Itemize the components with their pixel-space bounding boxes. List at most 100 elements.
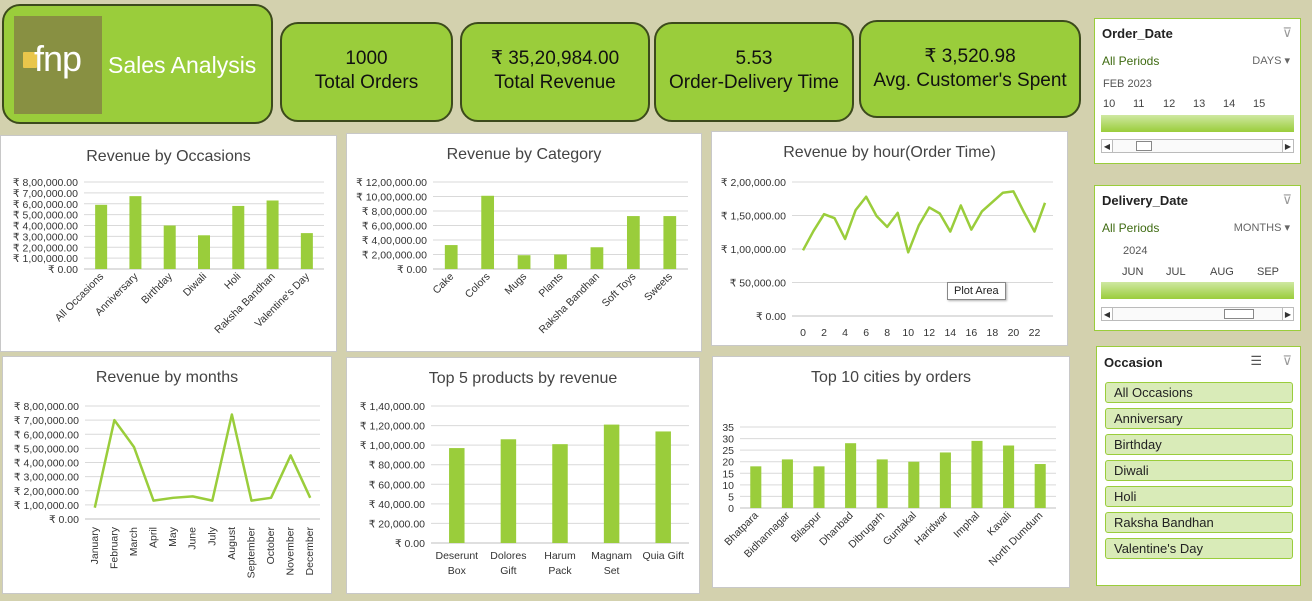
y-tick-label: 5 xyxy=(728,491,734,503)
timeline-tick: AUG xyxy=(1210,266,1234,278)
multi-select-icon[interactable]: ☰ xyxy=(1250,353,1262,369)
y-tick-label: ₹ 1,40,000.00 xyxy=(360,401,425,413)
y-tick-label: ₹ 3,00,000.00 xyxy=(13,231,78,243)
x-tick-label: 22 xyxy=(1029,327,1041,339)
y-tick-label: ₹ 0.00 xyxy=(395,538,425,550)
x-tick-label: Mugs xyxy=(503,271,530,298)
x-tick-label: Guntakal xyxy=(881,510,919,548)
bar xyxy=(129,196,142,269)
series-line xyxy=(93,413,312,508)
x-tick-label: Holi xyxy=(222,271,243,292)
x-tick-label: Sweets xyxy=(642,271,675,304)
y-tick-label: ₹ 1,50,000.00 xyxy=(721,211,786,223)
kpi-value: 5.53 xyxy=(735,48,773,69)
y-tick-label: ₹ 2,00,000.00 xyxy=(14,486,79,498)
scroll-thumb[interactable] xyxy=(1224,309,1254,319)
bar xyxy=(750,466,762,508)
occasion-item[interactable]: Valentine's Day xyxy=(1105,538,1293,559)
x-tick-label: 6 xyxy=(863,327,869,339)
delivery-date-timeline[interactable]: Delivery_Date ⊽ All Periods MONTHS ▾ 202… xyxy=(1094,185,1301,331)
occasion-slicer[interactable]: Occasion ☰ ⊽ All Occasions Anniversary B… xyxy=(1096,346,1301,586)
y-tick-label: ₹ 20,000.00 xyxy=(369,518,425,530)
y-tick-label: ₹ 2,00,000.00 xyxy=(362,250,427,262)
x-tick-label: Pack xyxy=(548,565,572,577)
scroll-left-icon[interactable]: ◀ xyxy=(1101,139,1113,153)
bar xyxy=(603,424,620,543)
bar xyxy=(781,459,793,508)
occasion-item[interactable]: Raksha Bandhan xyxy=(1105,512,1293,533)
x-tick-label: Quia Gift xyxy=(642,550,684,562)
timeline-selection-bar[interactable] xyxy=(1101,115,1294,132)
x-tick-label: March xyxy=(128,527,140,556)
all-periods-label[interactable]: All Periods xyxy=(1102,54,1159,68)
timeline-selection-bar[interactable] xyxy=(1101,282,1294,299)
y-tick-label: 10 xyxy=(722,480,734,492)
x-tick-label: Colors xyxy=(463,271,493,301)
y-tick-label: 0 xyxy=(728,503,734,515)
chart-top-products[interactable]: Top 5 products by revenue ₹ 0.00 ₹ 20,000… xyxy=(346,357,700,594)
chart-top-cities[interactable]: Top 10 cities by orders 0 5 10 15 20 25 30 35 Bh… xyxy=(712,356,1070,588)
all-periods-label[interactable]: All Periods xyxy=(1102,221,1159,235)
timeline-scrollbar[interactable]: ◀ ▶ xyxy=(1101,307,1294,321)
chart-revenue-by-occasions[interactable]: Revenue by Occasions ₹ 0.00 ₹ 1,00,000.00… xyxy=(0,135,337,352)
x-tick-label: Birthday xyxy=(139,270,175,306)
fnp-logo: fnp xyxy=(14,16,102,114)
kpi-order-delivery-time: 5.53 Order-Delivery Time xyxy=(654,22,854,122)
scroll-thumb[interactable] xyxy=(1136,141,1152,151)
bar xyxy=(845,443,857,508)
y-tick-label: 30 xyxy=(722,434,734,446)
scroll-left-icon[interactable]: ◀ xyxy=(1101,307,1113,321)
chart-revenue-by-months[interactable]: Revenue by months ₹ 0.00 ₹ 1,00,000.00 ₹ 2… xyxy=(2,356,332,594)
occasion-item[interactable]: Holi xyxy=(1105,486,1293,507)
x-tick-label: January xyxy=(89,526,101,564)
x-tick-label: Plants xyxy=(536,271,565,300)
clear-filter-icon[interactable]: ⊽ xyxy=(1282,353,1292,369)
timeline-tick: JUN xyxy=(1122,266,1144,278)
x-tick-label: June xyxy=(187,527,199,550)
x-tick-label: Harum xyxy=(544,550,576,562)
x-tick-label: Soft Toys xyxy=(600,271,639,310)
y-tick-label: ₹ 12,00,000.00 xyxy=(356,177,427,189)
bar xyxy=(908,461,920,508)
y-tick-label: ₹ 40,000.00 xyxy=(369,499,425,511)
y-tick-label: ₹ 50,000.00 xyxy=(730,278,786,290)
y-tick-label: ₹ 6,00,000.00 xyxy=(362,221,427,233)
x-tick-label: Raksha Bandhan xyxy=(212,271,278,337)
y-tick-label: ₹ 10,00,000.00 xyxy=(356,192,427,204)
slicer-title: Delivery_Date xyxy=(1102,193,1188,208)
bar xyxy=(590,247,604,269)
timeline-scrollbar[interactable]: ◀ ▶ xyxy=(1101,139,1294,153)
scroll-right-icon[interactable]: ▶ xyxy=(1282,307,1294,321)
bar xyxy=(444,245,458,269)
x-tick-label: 16 xyxy=(966,327,978,339)
scroll-right-icon[interactable]: ▶ xyxy=(1282,139,1294,153)
x-tick-label: 20 xyxy=(1008,327,1020,339)
time-level-value: MONTHS xyxy=(1233,222,1282,234)
chart-revenue-by-hour[interactable]: Revenue by hour(Order Time) ₹ 0.00 ₹ 50,0… xyxy=(711,131,1068,346)
x-tick-label: Box xyxy=(448,565,467,577)
bar xyxy=(198,235,210,269)
bar xyxy=(813,466,825,508)
chart-svg: ₹ 0.00 ₹ 20,000.00 ₹ 40,000.00 ₹ 60,000.00 ₹… xyxy=(360,401,689,577)
x-tick-label: October xyxy=(265,527,277,565)
time-level-dropdown[interactable]: MONTHS ▾ xyxy=(1234,221,1290,234)
occasion-item[interactable]: Anniversary xyxy=(1105,408,1293,429)
y-tick-label: ₹ 60,000.00 xyxy=(369,479,425,491)
timeline-tick: JUL xyxy=(1166,266,1186,278)
order-date-timeline[interactable]: Order_Date ⊽ All Periods DAYS ▾ FEB 2023… xyxy=(1094,18,1301,164)
chart-revenue-by-category[interactable]: Revenue by Category ₹ 0.00 ₹ 2,00,000.00 ₹… xyxy=(346,133,702,352)
x-tick-label: Kavali xyxy=(985,510,1014,539)
chart-svg: 05101520253035BhatparaBidhannagarBilaspu… xyxy=(722,422,1056,568)
brand-tile: fnp Sales Analysis xyxy=(2,4,273,124)
y-tick-label: ₹ 0.00 xyxy=(48,264,78,276)
y-tick-label: 35 xyxy=(722,422,734,434)
clear-filter-icon[interactable]: ⊽ xyxy=(1282,25,1292,41)
bar xyxy=(554,254,567,269)
time-level-dropdown[interactable]: DAYS ▾ xyxy=(1252,54,1290,67)
occasion-item[interactable]: Diwali xyxy=(1105,460,1293,481)
clear-filter-icon[interactable]: ⊽ xyxy=(1282,192,1292,208)
occasion-item[interactable]: Birthday xyxy=(1105,434,1293,455)
bar xyxy=(266,200,279,269)
occasion-item[interactable]: All Occasions xyxy=(1105,382,1293,403)
x-tick-label: September xyxy=(245,527,257,579)
